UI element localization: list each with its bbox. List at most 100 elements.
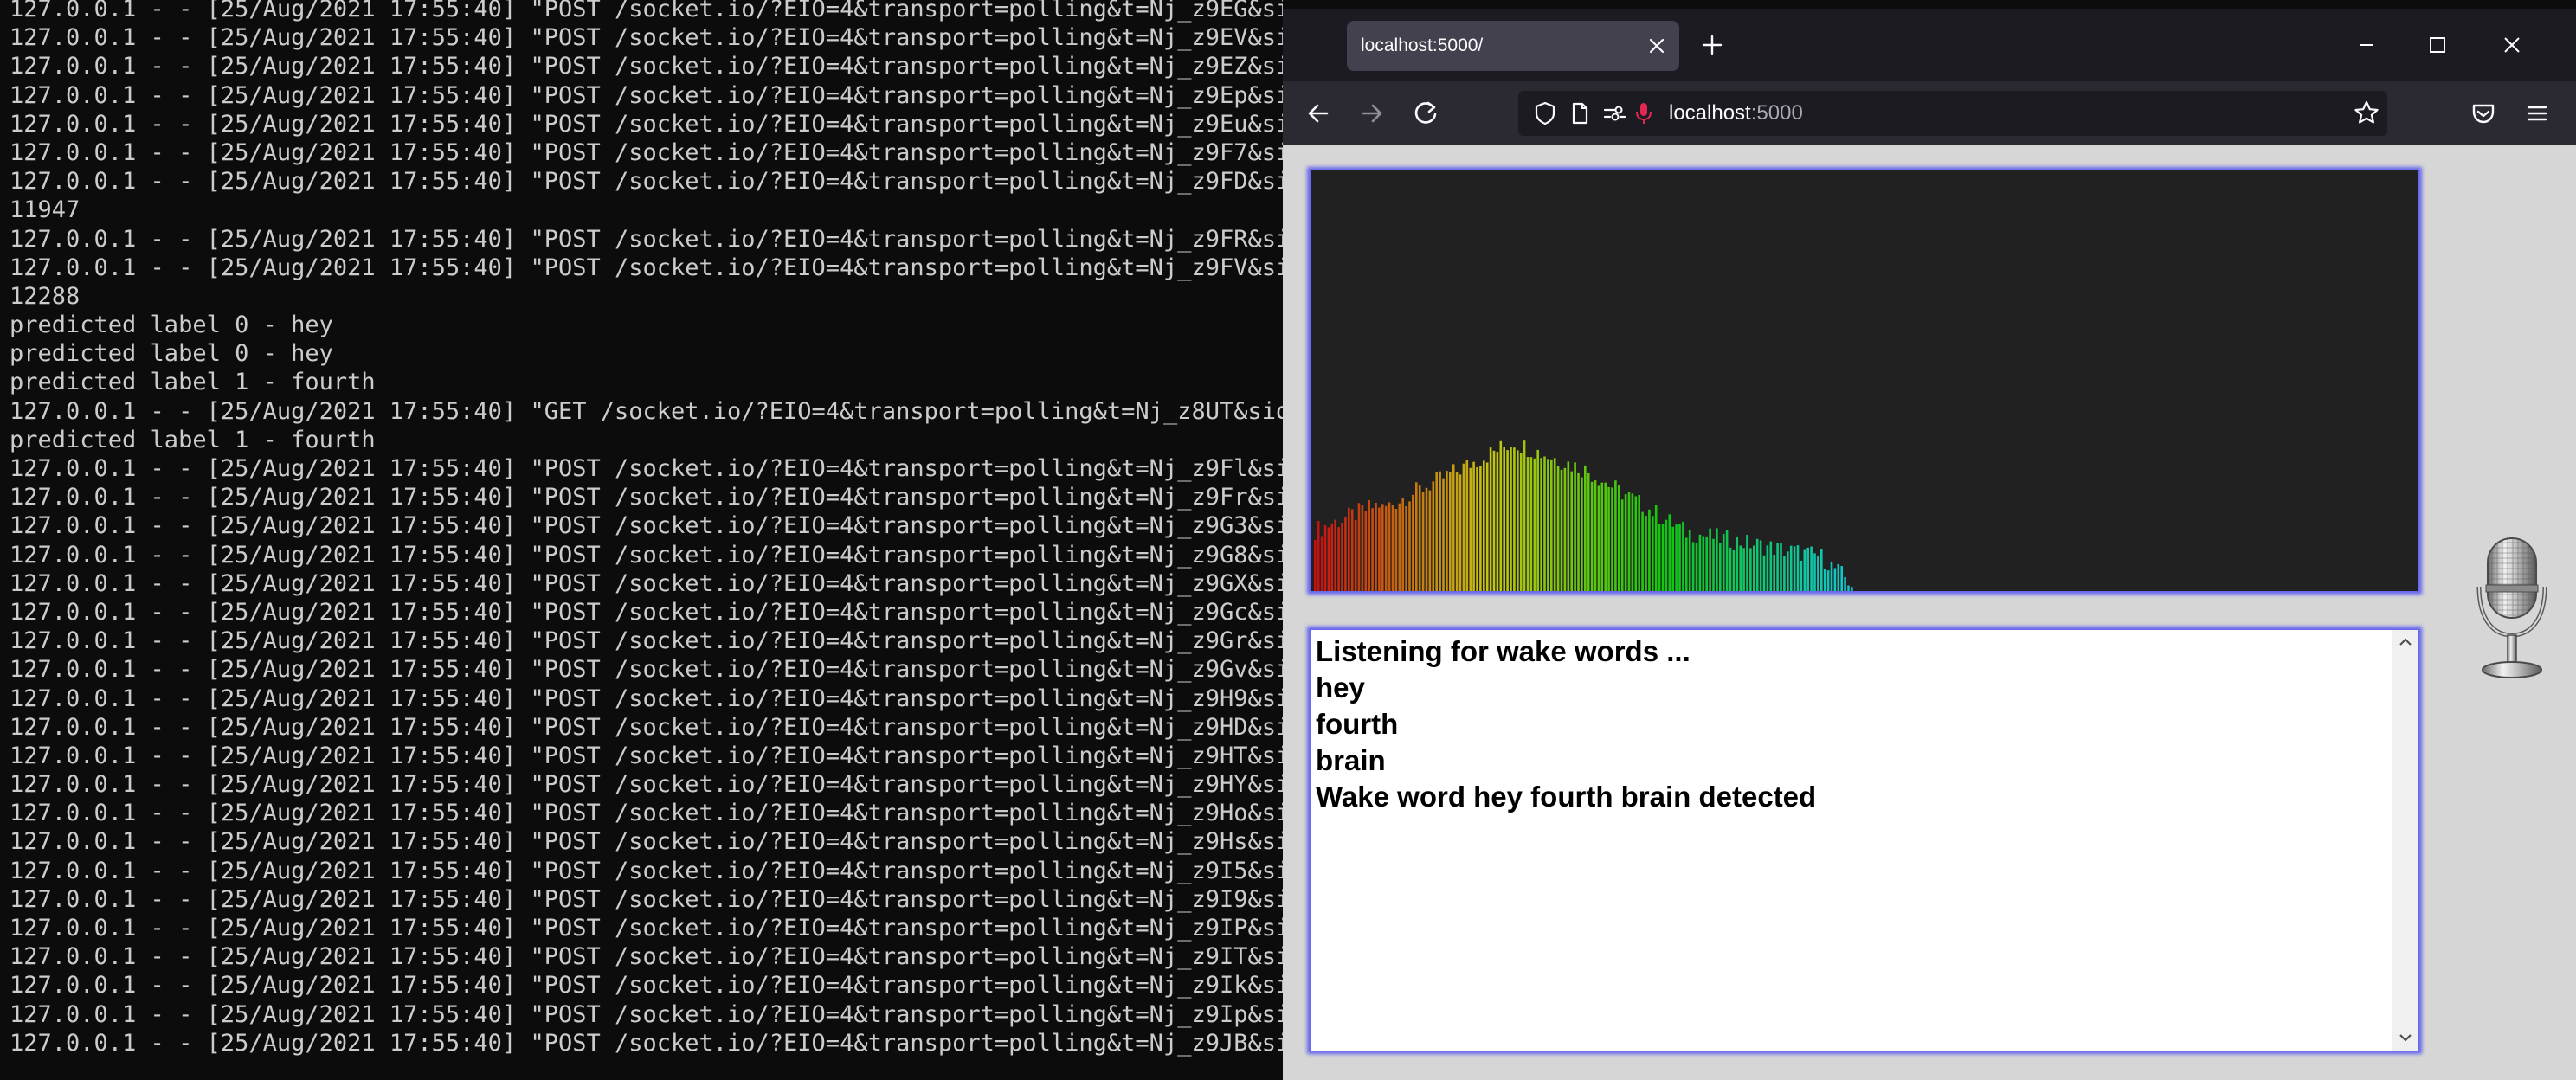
frequency-bar xyxy=(1678,524,1681,591)
frequency-bar xyxy=(1452,464,1455,591)
frequency-bar xyxy=(1826,570,1830,591)
frequency-bar xyxy=(1327,527,1330,591)
terminal-window[interactable]: 127.0.0.1 - - [25/Aug/2021 17:55:40] "PO… xyxy=(0,0,1283,1080)
url-port: :5000 xyxy=(1750,101,1803,125)
url-bar[interactable]: localhost:5000 xyxy=(1518,91,2387,136)
frequency-bar xyxy=(1762,555,1766,591)
frequency-bar xyxy=(1560,469,1563,591)
frequency-bar xyxy=(1587,472,1590,591)
frequency-bar xyxy=(1361,505,1364,591)
terminal-line: 127.0.0.1 - - [25/Aug/2021 17:55:40] "PO… xyxy=(10,800,1283,827)
frequency-bar xyxy=(1600,482,1604,591)
frequency-bar xyxy=(1391,505,1394,591)
new-tab-plus-icon[interactable] xyxy=(1693,26,1731,64)
frequency-bar xyxy=(1787,551,1789,591)
frequency-bar xyxy=(1654,505,1658,591)
frequency-bar xyxy=(1709,528,1711,591)
frequency-bar xyxy=(1614,480,1617,591)
frequency-bar xyxy=(1837,563,1840,591)
frequency-bar xyxy=(1513,447,1516,591)
frequency-bar xyxy=(1688,530,1691,591)
frequency-bar xyxy=(1553,458,1556,591)
frequency-bar xyxy=(1368,500,1370,591)
pocket-icon[interactable] xyxy=(2463,93,2503,133)
frequency-bar xyxy=(1330,524,1334,591)
frequency-bar xyxy=(1334,519,1336,591)
frequency-bar xyxy=(1469,467,1472,591)
page-icon[interactable] xyxy=(1565,99,1594,128)
frequency-bar xyxy=(1503,447,1505,591)
tab-close-icon[interactable] xyxy=(1641,30,1672,61)
studio-microphone-icon[interactable] xyxy=(2469,535,2555,680)
frequency-bar xyxy=(1510,447,1512,591)
frequency-bar xyxy=(1540,458,1542,591)
microphone-icon[interactable] xyxy=(1629,99,1658,128)
frequency-bar xyxy=(1823,569,1826,591)
terminal-line: predicted label 0 - hey xyxy=(10,312,333,339)
terminal-line: 127.0.0.1 - - [25/Aug/2021 17:55:40] "PO… xyxy=(10,915,1283,942)
frequency-bar xyxy=(1817,556,1819,591)
frequency-bar xyxy=(1685,537,1688,591)
frequency-bar xyxy=(1776,543,1779,591)
frequency-bar xyxy=(1574,462,1576,591)
frequency-bar xyxy=(1631,493,1634,591)
shield-icon[interactable] xyxy=(1530,99,1560,128)
star-icon[interactable] xyxy=(2351,98,2382,129)
terminal-line: 127.0.0.1 - - [25/Aug/2021 17:55:40] "GE… xyxy=(10,397,1283,425)
frequency-bar xyxy=(1428,490,1432,591)
frequency-bar xyxy=(1425,487,1428,591)
frequency-bar xyxy=(1556,466,1560,591)
frequency-bar xyxy=(1543,456,1546,591)
minimize-icon[interactable] xyxy=(2342,24,2391,66)
terminal-line: 127.0.0.1 - - [25/Aug/2021 17:55:40] "PO… xyxy=(10,138,1283,166)
terminal-line: 127.0.0.1 - - [25/Aug/2021 17:55:40] "PO… xyxy=(10,455,1283,482)
frequency-bar xyxy=(1753,545,1755,591)
reload-icon[interactable] xyxy=(1406,93,1446,133)
frequency-bar xyxy=(1547,459,1549,591)
frequency-bar xyxy=(1483,460,1485,591)
frequency-bar xyxy=(1435,472,1438,591)
url-host: localhost xyxy=(1669,101,1751,125)
frequency-bar xyxy=(1394,509,1398,591)
tab-localhost[interactable]: localhost:5000/ xyxy=(1347,21,1679,71)
frequency-bar xyxy=(1769,541,1773,591)
frequency-bar xyxy=(1789,545,1793,591)
permissions-icon[interactable] xyxy=(1600,99,1629,128)
window-close-icon[interactable] xyxy=(2488,24,2536,66)
frequency-bar xyxy=(1722,533,1725,591)
frequency-bar xyxy=(1489,447,1492,591)
tab-title: localhost:5000/ xyxy=(1361,35,1484,55)
terminal-line: 127.0.0.1 - - [25/Aug/2021 17:55:40] "PO… xyxy=(10,1000,1283,1028)
frequency-bar xyxy=(1844,577,1846,591)
frequency-bar xyxy=(1567,461,1570,591)
frequency-bar xyxy=(1739,545,1742,591)
frequency-bar xyxy=(1648,509,1651,591)
frequency-bar xyxy=(1658,524,1661,591)
frequency-bar xyxy=(1736,537,1739,591)
log-scrollbar[interactable] xyxy=(2392,630,2418,1051)
forward-arrow-icon[interactable] xyxy=(1352,93,1392,133)
frequency-bar xyxy=(1810,546,1813,591)
frequency-bar xyxy=(1526,457,1530,591)
frequency-bar xyxy=(1624,494,1627,591)
frequency-bar xyxy=(1388,502,1391,591)
menu-icon[interactable] xyxy=(2517,93,2557,133)
log-line: brain xyxy=(1316,744,1386,776)
terminal-output: 127.0.0.1 - - [25/Aug/2021 17:55:40] "PO… xyxy=(10,0,1283,1058)
maximize-icon[interactable] xyxy=(2413,24,2462,66)
audio-visualizer xyxy=(1311,170,2418,591)
wake-word-log[interactable]: Listening for wake words ... hey fourth … xyxy=(1311,630,2418,1051)
frequency-bar xyxy=(1485,462,1489,591)
frequency-bar xyxy=(1446,471,1448,591)
frequency-bar xyxy=(1729,547,1732,591)
terminal-line: 127.0.0.1 - - [25/Aug/2021 17:55:40] "PO… xyxy=(10,685,1283,712)
frequency-bar xyxy=(1455,472,1459,591)
terminal-line: 127.0.0.1 - - [25/Aug/2021 17:55:40] "PO… xyxy=(10,771,1283,799)
back-arrow-icon[interactable] xyxy=(1298,93,1338,133)
frequency-bar xyxy=(1398,503,1401,591)
frequency-bar xyxy=(1415,482,1418,591)
terminal-line: 127.0.0.1 - - [25/Aug/2021 17:55:40] "PO… xyxy=(10,885,1283,913)
terminal-line: 127.0.0.1 - - [25/Aug/2021 17:55:40] "PO… xyxy=(10,828,1283,856)
frequency-bar xyxy=(1350,509,1354,591)
terminal-line: 127.0.0.1 - - [25/Aug/2021 17:55:40] "PO… xyxy=(10,24,1283,52)
